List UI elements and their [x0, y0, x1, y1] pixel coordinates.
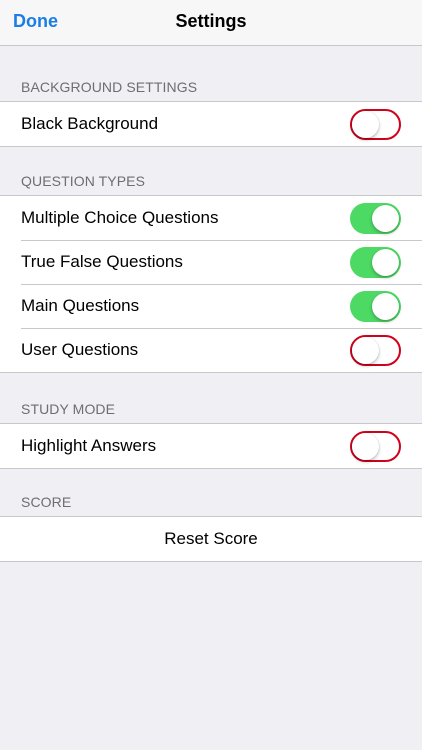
- main-questions-toggle[interactable]: [350, 291, 401, 322]
- toggle-knob: [352, 337, 379, 364]
- user-questions-toggle[interactable]: [350, 335, 401, 366]
- highlight-answers-label: Highlight Answers: [21, 436, 157, 455]
- background-settings-group: Black Background: [0, 101, 422, 147]
- section-header-question-types: QUESTION TYPES: [21, 173, 146, 189]
- study-mode-group: Highlight Answers: [0, 423, 422, 469]
- section-header-study-mode: STUDY MODE: [21, 401, 116, 417]
- toggle-knob: [372, 249, 399, 276]
- page-title: Settings: [175, 11, 247, 31]
- reset-score-label: Reset Score: [164, 529, 258, 548]
- toggle-knob: [352, 433, 379, 460]
- multiple-choice-questions-row: Multiple Choice Questions: [0, 196, 422, 240]
- black-background-toggle[interactable]: [350, 109, 401, 140]
- question-types-group: Multiple Choice Questions True False Que…: [0, 195, 422, 373]
- toggle-knob: [352, 111, 379, 138]
- true-false-questions-label: True False Questions: [21, 252, 183, 271]
- main-questions-row: Main Questions: [0, 284, 422, 328]
- navigation-bar: Done Settings: [0, 0, 422, 46]
- section-header-background-settings: BACKGROUND SETTINGS: [21, 79, 198, 95]
- user-questions-label: User Questions: [21, 340, 139, 359]
- section-header-score: SCORE: [21, 494, 72, 510]
- black-background-label: Black Background: [21, 114, 159, 133]
- black-background-row: Black Background: [0, 102, 422, 146]
- multiple-choice-questions-label: Multiple Choice Questions: [21, 208, 219, 227]
- main-questions-label: Main Questions: [21, 296, 140, 315]
- highlight-answers-row: Highlight Answers: [0, 424, 422, 468]
- true-false-questions-row: True False Questions: [0, 240, 422, 284]
- true-false-questions-toggle[interactable]: [350, 247, 401, 278]
- multiple-choice-questions-toggle[interactable]: [350, 203, 401, 234]
- score-group: Reset Score: [0, 516, 422, 562]
- highlight-answers-toggle[interactable]: [350, 431, 401, 462]
- toggle-knob: [372, 293, 399, 320]
- toggle-knob: [372, 205, 399, 232]
- user-questions-row: User Questions: [0, 328, 422, 372]
- reset-score-button[interactable]: Reset Score: [0, 517, 422, 561]
